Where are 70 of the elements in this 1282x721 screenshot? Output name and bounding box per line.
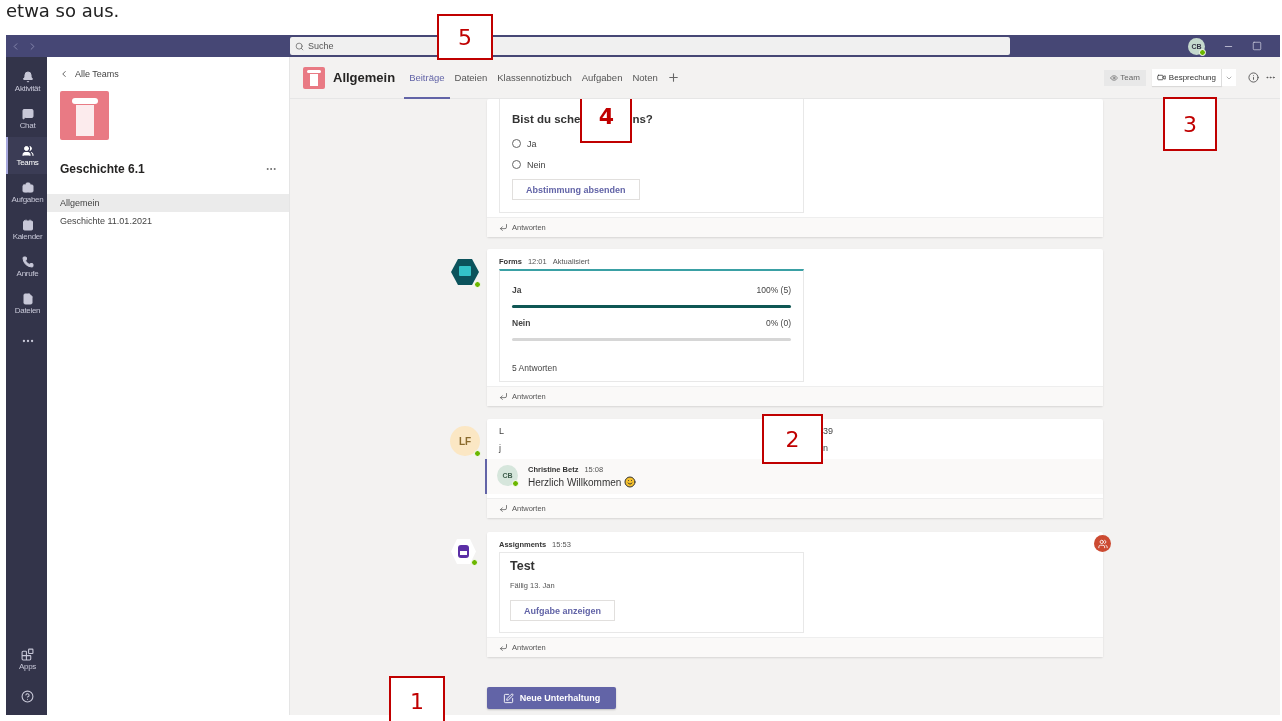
user-avatar: LF bbox=[450, 426, 480, 456]
poll-option[interactable]: Nein bbox=[512, 154, 791, 175]
rail-icon bbox=[21, 144, 34, 157]
rail-icon bbox=[21, 107, 34, 120]
channel-tab[interactable]: Klassennotizbuch bbox=[492, 56, 577, 99]
team-name: Geschichte 6.1 bbox=[60, 162, 145, 176]
result-label: Ja bbox=[512, 285, 522, 295]
back-icon bbox=[59, 69, 69, 79]
rail-item[interactable]: Teams bbox=[6, 137, 47, 174]
rail-item[interactable]: Chat bbox=[6, 100, 47, 137]
rail-item[interactable]: Anrufe bbox=[6, 248, 47, 285]
reply-icon bbox=[499, 392, 508, 401]
meeting-button[interactable]: Besprechung bbox=[1151, 69, 1222, 86]
view-assignment-button[interactable]: Aufgabe anzeigen bbox=[510, 600, 615, 621]
channel-logo bbox=[303, 66, 325, 89]
help-icon bbox=[21, 690, 34, 703]
info-icon[interactable] bbox=[1248, 72, 1259, 83]
rail-item[interactable]: Aufgaben bbox=[6, 174, 47, 211]
callout-number: 2 bbox=[762, 414, 823, 464]
caption-text: etwa so aus. bbox=[5, 0, 121, 23]
post-author: L bbox=[499, 426, 505, 438]
channel-name: Allgemein bbox=[333, 70, 396, 85]
channel-item[interactable]: Allgemein bbox=[47, 194, 289, 212]
search-icon bbox=[295, 41, 304, 51]
reply-text: Herzlich Willkommen bbox=[528, 476, 622, 488]
rail-item[interactable]: Kalender bbox=[6, 211, 47, 248]
post-time: 39 bbox=[823, 426, 834, 438]
radio-button[interactable] bbox=[512, 160, 521, 169]
channel-tab[interactable]: Aufgaben bbox=[576, 56, 628, 99]
poll-question: ns? bbox=[632, 113, 653, 125]
result-reading: 100% (5) bbox=[756, 285, 791, 295]
radio-button[interactable] bbox=[512, 139, 521, 148]
apps-icon bbox=[21, 648, 34, 661]
reply-icon bbox=[499, 223, 508, 232]
rail-icon bbox=[21, 181, 34, 194]
new-conversation-button[interactable]: Neue Unterhaltung bbox=[487, 687, 616, 709]
rail-icon bbox=[21, 255, 34, 268]
callout-number: 5 bbox=[437, 14, 493, 60]
smiley-icon bbox=[624, 476, 637, 488]
forms-app-icon bbox=[450, 257, 480, 287]
submit-vote-button[interactable]: Abstimmung absenden bbox=[512, 179, 640, 200]
compose-icon bbox=[502, 692, 514, 704]
result-reading: 0% (0) bbox=[765, 318, 791, 328]
result-label: Nein bbox=[512, 318, 531, 328]
assignment-title: Test bbox=[510, 559, 536, 573]
maximize-icon bbox=[1252, 41, 1262, 51]
rail-item[interactable]: Aktivität bbox=[6, 63, 47, 100]
channel-tab[interactable]: Noten bbox=[627, 56, 663, 99]
message-text: j bbox=[499, 443, 502, 455]
apps-button[interactable]: Apps bbox=[6, 641, 47, 678]
rail-icon bbox=[21, 218, 34, 231]
team-button[interactable]: Team bbox=[1104, 69, 1146, 86]
assignments-app-icon bbox=[450, 538, 477, 565]
message-text: n bbox=[823, 443, 829, 455]
channel-item[interactable]: Geschichte 11.01.2021 bbox=[47, 212, 289, 230]
video-icon bbox=[1156, 73, 1166, 82]
rail-icon bbox=[21, 70, 34, 83]
reply-icon bbox=[499, 504, 508, 513]
callout-number: 1 bbox=[389, 676, 445, 721]
reply-icon bbox=[499, 643, 508, 652]
callout-number: 3 bbox=[1163, 97, 1217, 151]
team-logo bbox=[60, 91, 109, 140]
eye-icon bbox=[1110, 73, 1119, 82]
rail-item[interactable]: Dateien bbox=[6, 285, 47, 322]
back-link[interactable]: Alle Teams bbox=[47, 57, 289, 79]
poll-question: Bist du sche bbox=[512, 113, 581, 125]
callout-number: 4 bbox=[580, 99, 633, 143]
add-tab-icon[interactable] bbox=[666, 71, 680, 84]
rail-icon bbox=[21, 292, 34, 305]
response-count: 5 Antworten bbox=[512, 363, 558, 373]
